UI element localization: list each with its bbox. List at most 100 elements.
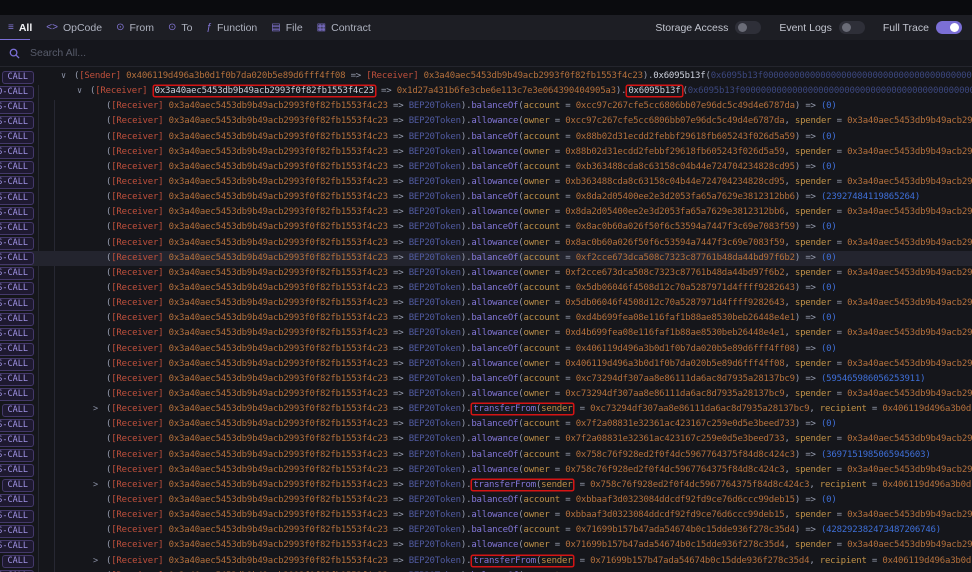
trace-token: => (805, 525, 821, 536)
trace-row[interactable]: S-CALL([Receiver] 0x3a40aec5453db9b49acb… (0, 357, 972, 372)
trace-token: BEP20Token (408, 267, 461, 278)
trace-token: [Receiver] (111, 555, 164, 566)
trace-row[interactable]: S-CALL([Receiver] 0x3a40aec5453db9b49acb… (0, 372, 972, 387)
trace-token: balanceOf (471, 313, 519, 324)
trace-row[interactable]: CALL > ([Receiver] 0x3a40aec5453db9b49acb2… (0, 402, 972, 417)
trace-token: ) (794, 222, 806, 233)
function-icon: ƒ (206, 21, 212, 33)
trace-token: BEP20Token (408, 525, 461, 536)
trace-token: ). (460, 434, 472, 445)
trace-row[interactable]: S-CALL([Receiver] 0x3a40aec5453db9b49acb… (0, 160, 972, 175)
trace-row[interactable]: S-CALL([Receiver] 0x3a40aec5453db9b49acb… (0, 236, 972, 251)
trace-token: 0x1d27a431b6fe3cbe6e113c7e3e064390404905… (396, 86, 616, 97)
trace-row[interactable]: CALL > ([Receiver] 0x3a40aec5453db9b49acb2… (0, 478, 972, 493)
tab-from[interactable]: ⊙ From (116, 22, 154, 34)
trace-token: ). (460, 176, 472, 187)
tab-function[interactable]: ƒ Function (206, 22, 257, 34)
trace-row[interactable]: S-CALL([Receiver] 0x3a40aec5453db9b49acb… (0, 448, 972, 463)
trace-token: BEP20Token (408, 298, 461, 309)
toggle-label: Full Trace (882, 21, 929, 34)
trace-token: ) (794, 192, 806, 203)
trace-row[interactable]: S-CALL([Receiver] 0x3a40aec5453db9b49acb… (0, 432, 972, 447)
trace-token: ) (794, 525, 806, 536)
trace-token: balanceOf (471, 494, 519, 505)
trace-token: 0x6095b13f (653, 71, 706, 81)
trace-token: => (387, 540, 409, 551)
trace-token: [Receiver] (111, 298, 164, 309)
trace-row[interactable]: CALL > ([Receiver] 0x3a40aec5453db9b49acb2… (0, 554, 972, 569)
trace-row[interactable]: S-CALL([Receiver] 0x3a40aec5453db9b49acb… (0, 342, 972, 357)
trace-token: = (549, 434, 566, 445)
trace-row[interactable]: S-CALL([Receiver] 0x3a40aec5453db9b49acb… (0, 523, 972, 538)
trace-token: BEP20Token (408, 222, 461, 233)
window-top-strip (0, 0, 972, 16)
trace-row[interactable]: S-CALL([Receiver] 0x3a40aec5453db9b49acb… (0, 311, 972, 326)
trace-token: 0x3a40aec5453db9b49acb2993f0f82fb1553f4c… (163, 434, 388, 445)
tab-opcode[interactable]: <> OpCode (46, 22, 102, 34)
trace-token: ). (460, 479, 472, 490)
from-icon: ⊙ (116, 21, 125, 33)
trace-row[interactable]: S-CALL([Receiver] 0x3a40aec5453db9b49acb… (0, 569, 972, 572)
trace-row[interactable]: CALL ∨ ([Sender] 0x406119d496a3b0d1f0b7da0… (0, 69, 972, 84)
trace-token: = (560, 282, 576, 293)
trace-row[interactable]: S-CALL([Receiver] 0x3a40aec5453db9b49acb… (0, 114, 972, 129)
trace-row[interactable]: S-CALL([Receiver] 0x3a40aec5453db9b49acb… (0, 387, 972, 402)
trace-token: 0x3a40aec5453db9b49acb2993f0f82fb1553f4c… (847, 298, 972, 309)
tab-contract[interactable]: ▦ Contract (317, 22, 371, 34)
trace-row[interactable]: S-CALL([Receiver] 0x3a40aec5453db9b49acb… (0, 99, 972, 114)
trace-token: = (831, 207, 848, 218)
trace-token: = (560, 252, 576, 263)
trace-token: 0xf2cce673dca508c7323c87761b48da44bd97f6… (565, 267, 785, 278)
trace-row[interactable]: S-CALL([Receiver] 0x3a40aec5453db9b49acb… (0, 538, 972, 553)
toggle-switch[interactable] (936, 21, 962, 34)
trace-token: BEP20Token (408, 404, 461, 415)
trace-token: 0x3a40aec5453db9b49acb2993f0f82fb1553f4c… (163, 555, 388, 566)
search-input[interactable] (28, 46, 432, 60)
trace-token: allowance (471, 298, 519, 309)
trace-token: spender (794, 267, 832, 278)
trace-token: 0x88b02d31ecdd2febbf29618fb605243f026d5a… (575, 131, 795, 142)
trace-token: 0xbbaaf3d0323084ddcdf92fd9ce76d6ccc99deb… (565, 510, 785, 521)
trace-token: [Receiver] (111, 101, 164, 112)
trace-row[interactable]: S-CALL([Receiver] 0x3a40aec5453db9b49acb… (0, 145, 972, 160)
toggle-switch[interactable] (838, 21, 865, 34)
trace-token: 0x3a40aec5453db9b49acb2993f0f82fb1553f4c… (163, 267, 388, 278)
trace-token: ) (794, 131, 806, 142)
trace-token: recipient (819, 404, 867, 415)
trace-row-text: ([Receiver] 0x3a40aec5453db9b49acb2993f0… (0, 326, 972, 341)
trace-row[interactable]: S-CALL([Receiver] 0x3a40aec5453db9b49acb… (0, 296, 972, 311)
trace-token: => (387, 404, 409, 415)
trace-row-text: ([Receiver] 0x3a40aec5453db9b49acb2993f0… (0, 342, 972, 357)
trace-row[interactable]: D-CALL ∨ ([Receiver] 0x3a40aec5453db9b49ac… (0, 84, 972, 99)
trace-token: sender (541, 555, 573, 566)
trace-row[interactable]: S-CALL([Receiver] 0x3a40aec5453db9b49acb… (0, 175, 972, 190)
trace-row[interactable]: S-CALL([Receiver] 0x3a40aec5453db9b49acb… (0, 326, 972, 341)
tab-to[interactable]: ⊙ To (168, 22, 192, 34)
trace-row[interactable]: S-CALL([Receiver] 0x3a40aec5453db9b49acb… (0, 508, 972, 523)
trace-row[interactable]: S-CALL([Receiver] 0x3a40aec5453db9b49acb… (0, 266, 972, 281)
toggle-switch[interactable] (735, 21, 762, 34)
trace-token: 0x71699b157b47ada54674b0c15dde936f278c35… (575, 525, 795, 536)
trace-row[interactable]: S-CALL([Receiver] 0x3a40aec5453db9b49acb… (0, 220, 972, 235)
tab-file[interactable]: ▤ File (271, 22, 302, 34)
trace-row[interactable]: S-CALL([Receiver] 0x3a40aec5453db9b49acb… (0, 463, 972, 478)
trace-token: ) (794, 282, 806, 293)
trace-row[interactable]: S-CALL([Receiver] 0x3a40aec5453db9b49acb… (0, 190, 972, 205)
trace-token: => (805, 252, 821, 263)
trace-token: 0x406119d496a3b0d1f0b7da020b5e89d6fff4ff… (882, 479, 972, 490)
trace-token: BEP20Token (408, 388, 461, 399)
trace-token: = (560, 161, 576, 172)
trace-row[interactable]: S-CALL([Receiver] 0x3a40aec5453db9b49acb… (0, 250, 972, 266)
contract-icon: ▦ (316, 21, 327, 33)
trace-row[interactable]: S-CALL([Receiver] 0x3a40aec5453db9b49acb… (0, 281, 972, 296)
tab-all[interactable]: ≡ All (8, 22, 32, 34)
trace-token: 0xc73294df307aa8e86111da6ac8d7935a28137b… (590, 404, 810, 415)
trace-token: owner (523, 207, 550, 218)
trace-token: ). (460, 464, 472, 475)
trace-row[interactable]: S-CALL([Receiver] 0x3a40aec5453db9b49acb… (0, 493, 972, 508)
trace-row[interactable]: S-CALL([Receiver] 0x3a40aec5453db9b49acb… (0, 417, 972, 432)
trace-row[interactable]: S-CALL([Receiver] 0x3a40aec5453db9b49acb… (0, 205, 972, 220)
trace-token: 0x3a40aec5453db9b49acb2993f0f82fb1553f4c… (163, 404, 388, 415)
trace-row[interactable]: S-CALL([Receiver] 0x3a40aec5453db9b49acb… (0, 130, 972, 145)
trace-token: 0x88b02d31ecdd2febbf29618fb605243f026d5a… (565, 146, 785, 157)
